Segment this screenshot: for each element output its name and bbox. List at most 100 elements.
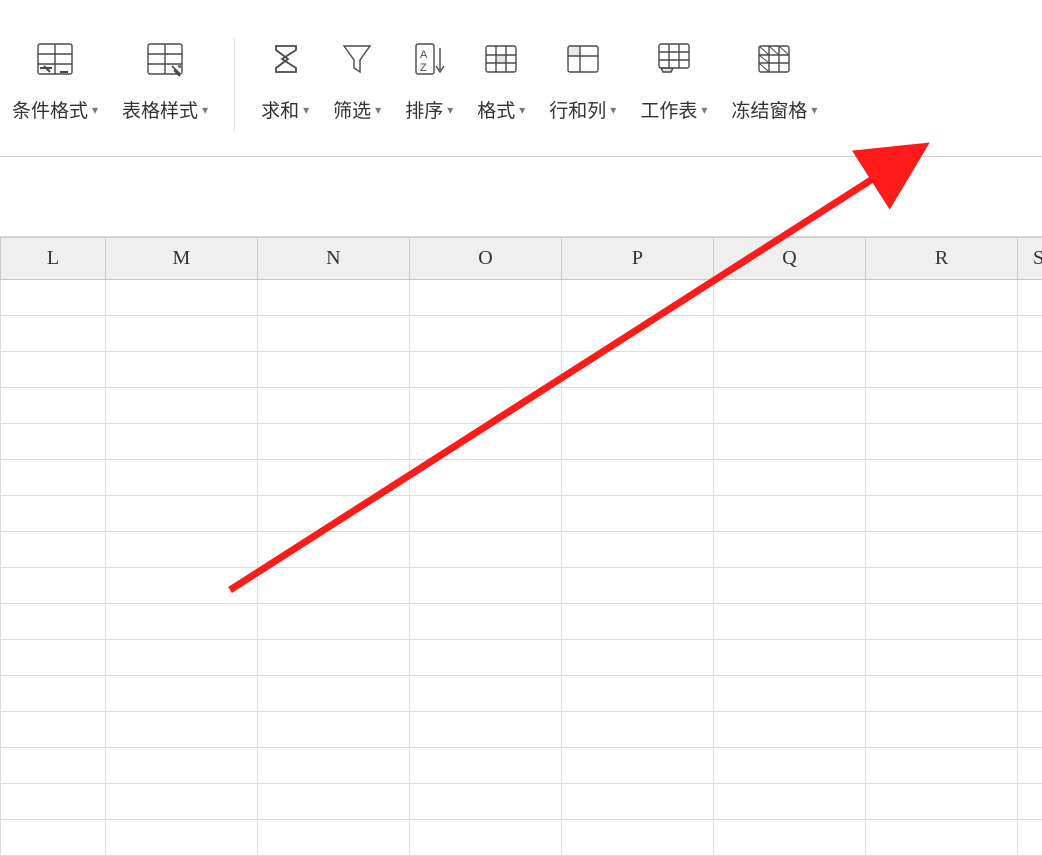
cell[interactable] — [409, 820, 561, 856]
cell[interactable] — [409, 604, 561, 640]
grid-table[interactable]: L M N O P Q R S — [0, 237, 1042, 856]
cell[interactable] — [561, 280, 713, 316]
cell[interactable] — [409, 460, 561, 496]
cell[interactable] — [561, 388, 713, 424]
cell[interactable] — [713, 820, 865, 856]
cell[interactable] — [105, 676, 257, 712]
column-header[interactable]: S — [1018, 238, 1042, 280]
cell[interactable] — [1018, 640, 1042, 676]
cell[interactable] — [866, 748, 1018, 784]
cell[interactable] — [561, 496, 713, 532]
column-header[interactable]: P — [561, 238, 713, 280]
freeze-panes-button[interactable]: 冻结窗格 ▾ — [719, 32, 829, 123]
cell[interactable] — [257, 748, 409, 784]
sum-button[interactable]: 求和 ▾ — [249, 32, 321, 123]
cell[interactable] — [1, 820, 106, 856]
cell[interactable] — [1, 496, 106, 532]
cell[interactable] — [1018, 748, 1042, 784]
column-header[interactable]: L — [1, 238, 106, 280]
cell[interactable] — [105, 748, 257, 784]
column-header[interactable]: R — [866, 238, 1018, 280]
cell[interactable] — [1, 280, 106, 316]
cell[interactable] — [1018, 388, 1042, 424]
cell[interactable] — [257, 676, 409, 712]
column-header[interactable]: O — [409, 238, 561, 280]
cell[interactable] — [257, 568, 409, 604]
cell[interactable] — [257, 640, 409, 676]
cell[interactable] — [105, 316, 257, 352]
cell[interactable] — [866, 784, 1018, 820]
cell[interactable] — [561, 820, 713, 856]
cell[interactable] — [713, 316, 865, 352]
cell[interactable] — [1, 748, 106, 784]
cell[interactable] — [257, 424, 409, 460]
cell[interactable] — [257, 388, 409, 424]
cell[interactable] — [257, 496, 409, 532]
cell[interactable] — [105, 568, 257, 604]
cell[interactable] — [105, 820, 257, 856]
cell[interactable] — [105, 496, 257, 532]
cell[interactable] — [866, 460, 1018, 496]
cell[interactable] — [409, 784, 561, 820]
cell[interactable] — [561, 784, 713, 820]
cell[interactable] — [105, 784, 257, 820]
cell[interactable] — [409, 676, 561, 712]
cell[interactable] — [1, 316, 106, 352]
cell[interactable] — [409, 712, 561, 748]
cell[interactable] — [713, 748, 865, 784]
cell[interactable] — [257, 604, 409, 640]
cell[interactable] — [1, 388, 106, 424]
cell[interactable] — [866, 820, 1018, 856]
cell[interactable] — [409, 388, 561, 424]
cell[interactable] — [713, 460, 865, 496]
cell[interactable] — [1018, 676, 1042, 712]
cell[interactable] — [1018, 568, 1042, 604]
cell[interactable] — [105, 712, 257, 748]
cell[interactable] — [409, 352, 561, 388]
cell[interactable] — [409, 568, 561, 604]
filter-button[interactable]: 筛选 ▾ — [321, 32, 393, 123]
cell[interactable] — [1, 640, 106, 676]
format-button[interactable]: 格式 ▾ — [465, 32, 537, 123]
cell[interactable] — [105, 640, 257, 676]
cell[interactable] — [866, 532, 1018, 568]
cell[interactable] — [105, 388, 257, 424]
cell[interactable] — [1018, 496, 1042, 532]
cell[interactable] — [409, 280, 561, 316]
cell[interactable] — [713, 712, 865, 748]
column-header[interactable]: Q — [713, 238, 865, 280]
cell[interactable] — [561, 604, 713, 640]
cell[interactable] — [409, 532, 561, 568]
cell[interactable] — [561, 748, 713, 784]
cell[interactable] — [866, 568, 1018, 604]
spreadsheet-grid[interactable]: L M N O P Q R S — [0, 237, 1042, 856]
rows-cols-button[interactable]: 行和列 ▾ — [537, 32, 628, 123]
sort-button[interactable]: A Z 排序 ▾ — [393, 32, 465, 123]
cell[interactable] — [1018, 424, 1042, 460]
cell[interactable] — [409, 748, 561, 784]
cell[interactable] — [713, 784, 865, 820]
cell[interactable] — [1, 712, 106, 748]
cell[interactable] — [1, 424, 106, 460]
cell[interactable] — [409, 316, 561, 352]
cell[interactable] — [257, 316, 409, 352]
cell[interactable] — [561, 316, 713, 352]
conditional-format-button[interactable]: 条件格式 ▾ — [0, 32, 110, 123]
cell[interactable] — [105, 532, 257, 568]
table-style-button[interactable]: 表格样式 ▾ — [110, 32, 220, 123]
cell[interactable] — [866, 280, 1018, 316]
cell[interactable] — [866, 352, 1018, 388]
cell[interactable] — [257, 820, 409, 856]
cell[interactable] — [713, 496, 865, 532]
cell[interactable] — [866, 388, 1018, 424]
cell[interactable] — [713, 676, 865, 712]
formula-bar-area[interactable] — [0, 157, 1042, 237]
cell[interactable] — [713, 532, 865, 568]
cell[interactable] — [866, 496, 1018, 532]
cell[interactable] — [1018, 712, 1042, 748]
cell[interactable] — [561, 712, 713, 748]
cell[interactable] — [561, 568, 713, 604]
cell[interactable] — [713, 424, 865, 460]
worksheet-button[interactable]: 工作表 ▾ — [628, 32, 719, 123]
cell[interactable] — [257, 280, 409, 316]
